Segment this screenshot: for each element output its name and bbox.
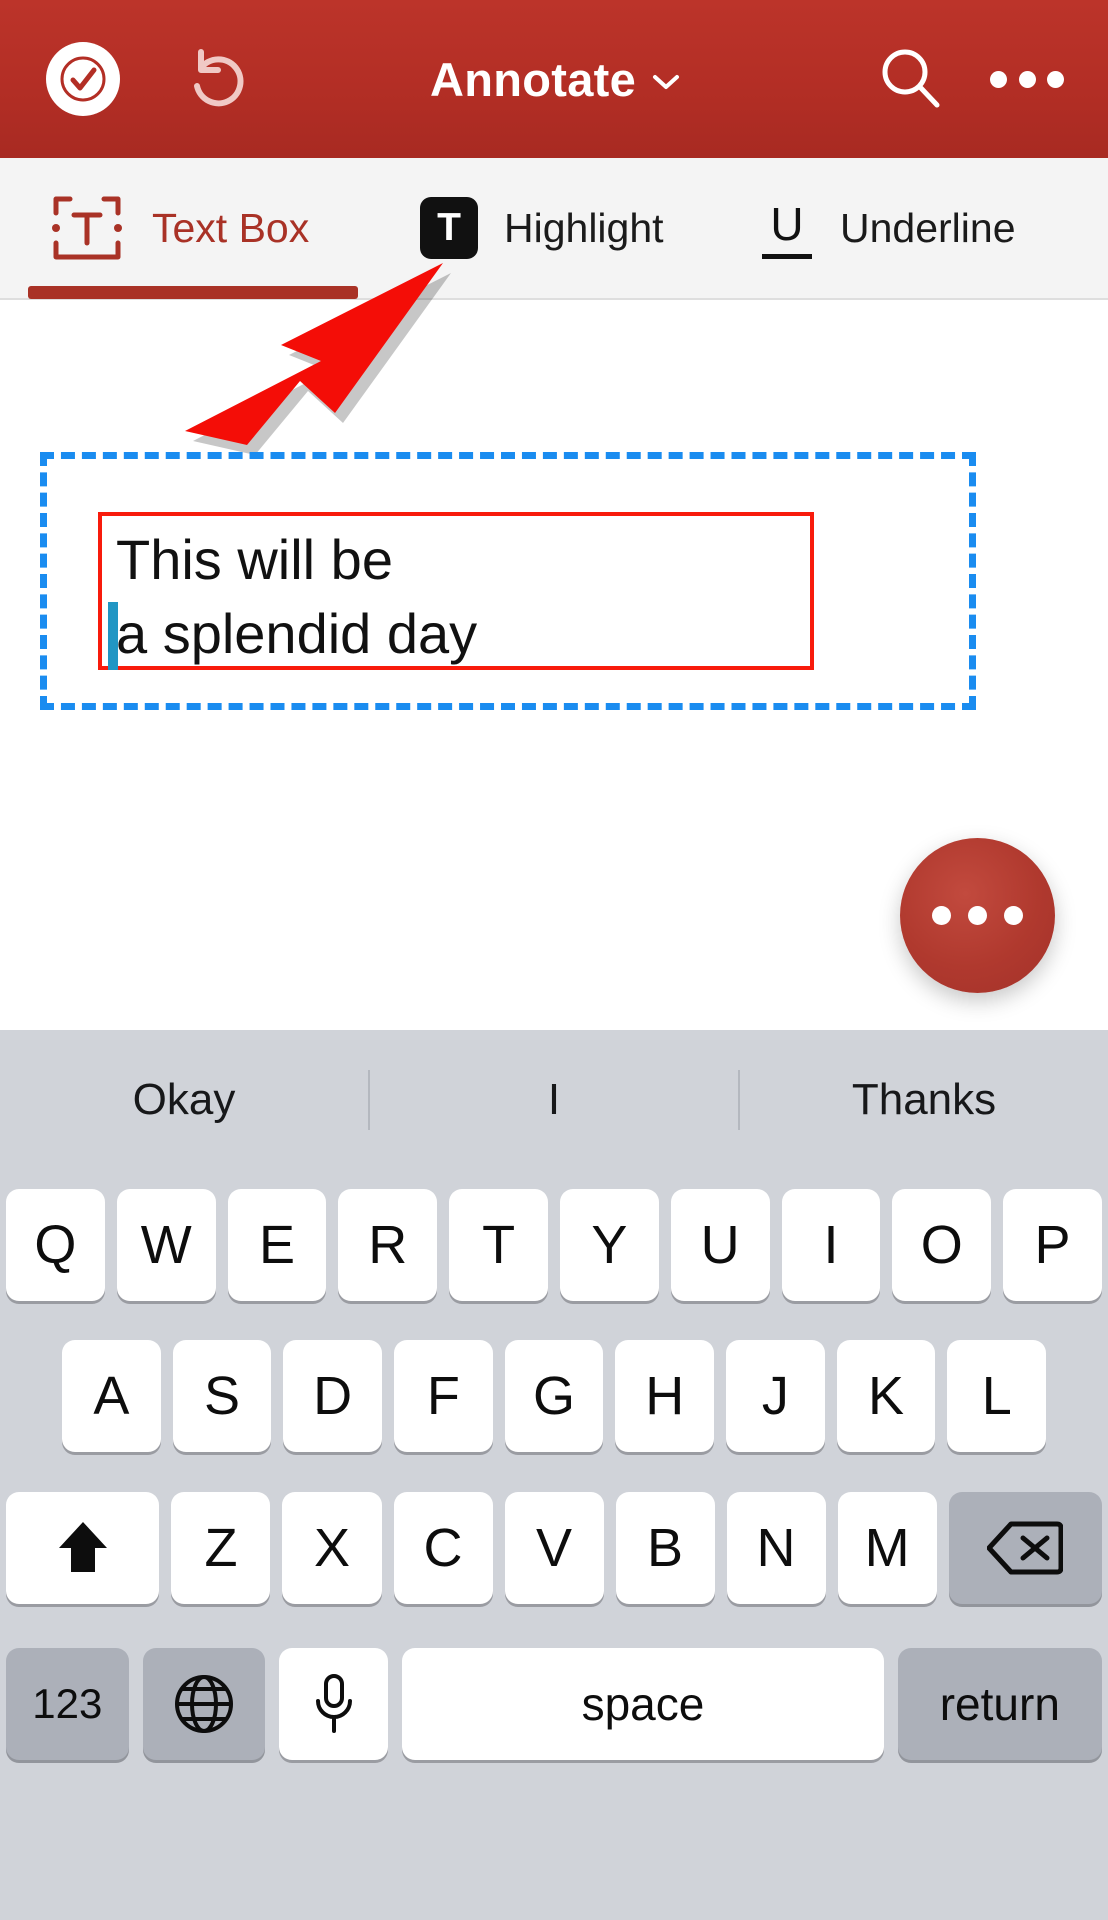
globe-language-icon — [174, 1675, 233, 1733]
key-j[interactable]: J — [726, 1340, 825, 1452]
key-f[interactable]: F — [394, 1340, 493, 1452]
key-z[interactable]: Z — [171, 1492, 271, 1604]
key-return[interactable]: return — [897, 1648, 1102, 1760]
key-dictation-mic[interactable] — [279, 1648, 389, 1760]
more-dot-2 — [1018, 70, 1036, 88]
textbox-line-1: This will be — [116, 528, 393, 591]
annotation-text-box[interactable]: This will be a splendid day — [98, 512, 814, 670]
checkmark-circle-icon — [60, 56, 106, 102]
page-title: Annotate — [429, 52, 637, 106]
key-p[interactable]: P — [1003, 1189, 1102, 1301]
keyboard-row-3: Z X C V B N M — [0, 1472, 1108, 1624]
key-g[interactable]: G — [504, 1340, 604, 1452]
fab-dot-3 — [1004, 906, 1023, 925]
search-icon — [882, 49, 940, 108]
more-dot-3 — [1047, 70, 1064, 88]
backspace-delete-icon — [987, 1521, 1064, 1575]
keyboard-row-2: A S D F G H J K L — [0, 1320, 1108, 1472]
key-m[interactable]: M — [837, 1492, 937, 1604]
microphone-icon — [315, 1674, 352, 1733]
suggestion-i[interactable]: I — [370, 1075, 738, 1125]
document-mode-selector[interactable]: Annotate — [234, 52, 876, 107]
underline-u-icon: U — [760, 197, 814, 259]
on-screen-keyboard: Okay I Thanks Q W E R T Y U I O P A S D … — [0, 1030, 1108, 1920]
suggestion-okay[interactable]: Okay — [0, 1075, 368, 1125]
key-e[interactable]: E — [227, 1189, 327, 1301]
suggestion-thanks[interactable]: Thanks — [740, 1075, 1108, 1125]
key-shift[interactable] — [6, 1492, 160, 1604]
key-space[interactable]: space — [402, 1648, 884, 1760]
annotation-tool-tabbar: Text Box T Highlight U Underline — [0, 158, 1108, 300]
key-o[interactable]: O — [892, 1189, 992, 1301]
key-n[interactable]: N — [726, 1492, 826, 1604]
key-b[interactable]: B — [615, 1492, 715, 1604]
search-button[interactable] — [876, 44, 946, 114]
more-dot-1 — [990, 70, 1007, 88]
key-q[interactable]: Q — [6, 1189, 105, 1301]
key-r[interactable]: R — [338, 1189, 438, 1301]
key-x[interactable]: X — [282, 1492, 382, 1604]
predictive-suggestion-bar: Okay I Thanks — [0, 1030, 1108, 1170]
floating-more-options-button[interactable] — [900, 838, 1055, 993]
key-v[interactable]: V — [504, 1492, 604, 1604]
fab-dot-2 — [968, 906, 987, 925]
key-i[interactable]: I — [781, 1189, 881, 1301]
tab-underline[interactable]: U Underline — [760, 158, 1016, 298]
keyboard-row-1: Q W E R T Y U I O P — [0, 1170, 1108, 1320]
highlight-t-icon: T — [420, 197, 478, 259]
textbox-line-2: a splendid day — [116, 602, 478, 665]
text-box-icon — [52, 196, 122, 260]
key-w[interactable]: W — [116, 1189, 216, 1301]
header-overflow-menu-button[interactable] — [990, 59, 1064, 99]
keyboard-row-4: 123 space return — [0, 1624, 1108, 1784]
key-language-globe[interactable] — [142, 1648, 266, 1760]
key-d[interactable]: D — [283, 1340, 383, 1452]
tab-highlight-label: Highlight — [504, 204, 664, 251]
key-a[interactable]: A — [62, 1340, 161, 1452]
key-backspace[interactable] — [948, 1492, 1103, 1604]
chevron-down-icon — [653, 75, 680, 89]
key-y[interactable]: Y — [559, 1189, 659, 1301]
key-u[interactable]: U — [670, 1189, 770, 1301]
app-header: Annotate — [0, 0, 1108, 158]
key-numbers[interactable]: 123 — [6, 1648, 129, 1760]
key-k[interactable]: K — [836, 1340, 936, 1452]
tab-text-box-label: Text Box — [152, 204, 310, 251]
key-c[interactable]: C — [393, 1492, 493, 1604]
key-l[interactable]: L — [947, 1340, 1047, 1452]
key-h[interactable]: H — [615, 1340, 715, 1452]
key-t[interactable]: T — [449, 1189, 548, 1301]
shift-arrow-up-icon — [58, 1522, 107, 1572]
key-s[interactable]: S — [172, 1340, 272, 1452]
tab-underline-label: Underline — [840, 204, 1016, 251]
fab-dot-1 — [932, 906, 951, 925]
done-checkmark-button[interactable] — [46, 42, 120, 116]
